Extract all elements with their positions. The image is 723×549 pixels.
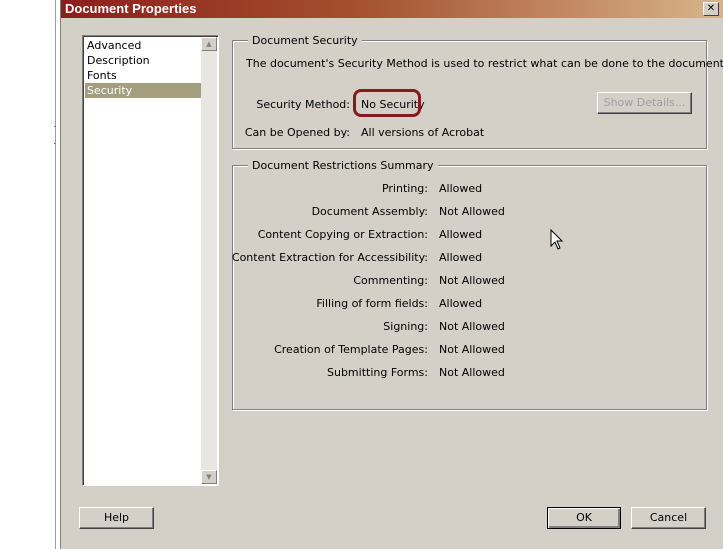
ok-button[interactable]: OK [547,507,621,529]
restriction-label: Content Extraction for Accessibility: [231,251,428,264]
background-window-strip [0,0,56,549]
restriction-value: Not Allowed [439,274,505,287]
help-button[interactable]: Help [79,507,154,529]
security-description: The document's Security Method is used t… [246,57,723,70]
opened-by-value: All versions of Acrobat [361,126,485,139]
restriction-label: Submitting Forms: [327,366,428,379]
restriction-label: Creation of Template Pages: [274,343,428,356]
close-icon: ✕ [706,3,716,14]
list-item-fonts[interactable]: Fonts [85,68,202,83]
title-bar[interactable]: Document Properties ✕ [61,0,723,18]
list-item-advanced[interactable]: Advanced [85,38,202,53]
scroll-down-icon[interactable]: ▼ [201,470,217,484]
opened-by-label: Can be Opened by: [244,126,350,139]
restriction-label: Printing: [381,182,428,195]
restriction-label: Commenting: [353,274,428,287]
restriction-value: Not Allowed [439,205,505,218]
document-properties-dialog: Document Properties ✕ Advanced Descripti… [60,0,723,549]
restriction-value: Not Allowed [439,343,505,356]
show-details-button[interactable]: Show Details... [597,92,692,114]
category-list[interactable]: Advanced Description Fonts Security ▲ ▼ [82,35,219,486]
scroll-up-icon[interactable]: ▲ [201,37,217,51]
restriction-value: Not Allowed [439,366,505,379]
restriction-label: Signing: [383,320,428,333]
restrictions-group-title: Document Restrictions Summary [248,159,438,172]
security-method-label: Security Method: [256,98,350,111]
restriction-value: Allowed [439,297,483,310]
restriction-value: Allowed [439,228,483,241]
restriction-value: Not Allowed [439,320,505,333]
restriction-label: Document Assembly: [311,205,428,218]
list-item-description[interactable]: Description [85,53,202,68]
restriction-value: Allowed [439,182,483,195]
mouse-cursor-icon [550,229,564,250]
document-security-group-title: Document Security [248,34,362,47]
restriction-label: Content Copying or Extraction: [257,228,428,241]
security-method-highlight-ring [353,89,421,117]
restriction-label: Filling of form fields: [316,297,428,310]
cancel-button[interactable]: Cancel [631,507,706,529]
restriction-value: Allowed [439,251,483,264]
dialog-title: Document Properties [65,1,197,16]
list-item-security[interactable]: Security [85,83,202,98]
close-button[interactable]: ✕ [703,2,719,16]
